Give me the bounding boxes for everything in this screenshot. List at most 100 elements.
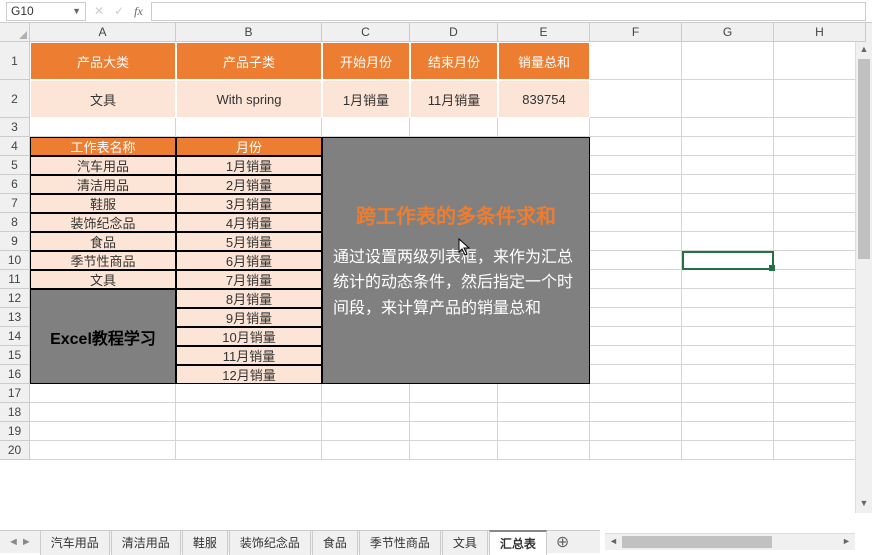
listA-0[interactable]: 汽车用品 [30,156,176,175]
cell-H14[interactable] [774,327,866,346]
cell-F7[interactable] [590,194,682,213]
add-sheet-icon[interactable]: ⊕ [548,532,577,552]
cell-G5[interactable] [682,156,774,175]
value-2[interactable]: 1月销量 [322,80,410,118]
cell-E19[interactable] [498,422,590,441]
cell-B17[interactable] [176,384,322,403]
cell-F8[interactable] [590,213,682,232]
cell-G8[interactable] [682,213,774,232]
cell-G2[interactable] [682,80,774,118]
description-box[interactable]: 跨工作表的多条件求和通过设置两级列表框，来作为汇总统计的动态条件，然后指定一个时… [322,137,590,384]
listB-6[interactable]: 7月销量 [176,270,322,289]
cell-F20[interactable] [590,441,682,460]
row-header-15[interactable]: 15 [0,346,30,365]
listB-7[interactable]: 8月销量 [176,289,322,308]
vertical-scroll-thumb[interactable] [858,59,870,259]
cell-H3[interactable] [774,118,866,137]
horizontal-scroll-thumb[interactable] [622,536,772,548]
row-header-20[interactable]: 20 [0,441,30,460]
cell-C19[interactable] [322,422,410,441]
vertical-scrollbar[interactable]: ▲ ▼ [855,42,872,513]
row-header-2[interactable]: 2 [0,80,30,118]
cell-H20[interactable] [774,441,866,460]
sheet-tab-汇总表[interactable]: 汇总表 [489,530,547,555]
listA-3[interactable]: 装饰纪念品 [30,213,176,232]
cell-F13[interactable] [590,308,682,327]
cell-D18[interactable] [410,403,498,422]
cell-F3[interactable] [590,118,682,137]
cell-H13[interactable] [774,308,866,327]
cell-B19[interactable] [176,422,322,441]
cell-F17[interactable] [590,384,682,403]
row-header-17[interactable]: 17 [0,384,30,403]
cell-D20[interactable] [410,441,498,460]
sheet-tab-文具[interactable]: 文具 [442,530,488,555]
fx-icon[interactable]: fx [134,4,143,19]
cell-H2[interactable] [774,80,866,118]
cell-G7[interactable] [682,194,774,213]
cell-B3[interactable] [176,118,322,137]
listB-11[interactable]: 12月销量 [176,365,322,384]
scroll-up-icon[interactable]: ▲ [856,42,872,59]
cell-C20[interactable] [322,441,410,460]
cell-G15[interactable] [682,346,774,365]
cell-F2[interactable] [590,80,682,118]
listA-5[interactable]: 季节性商品 [30,251,176,270]
col-header-D[interactable]: D [410,23,498,42]
cell-B18[interactable] [176,403,322,422]
cell-F10[interactable] [590,251,682,270]
row-header-1[interactable]: 1 [0,42,30,80]
sheet-tab-汽车用品[interactable]: 汽车用品 [40,530,110,555]
cell-E17[interactable] [498,384,590,403]
row-header-10[interactable]: 10 [0,251,30,270]
row-header-5[interactable]: 5 [0,156,30,175]
cell-F5[interactable] [590,156,682,175]
cell-H10[interactable] [774,251,866,270]
value-3[interactable]: 11月销量 [410,80,498,118]
cell-G14[interactable] [682,327,774,346]
cell-F9[interactable] [590,232,682,251]
listB-1[interactable]: 2月销量 [176,175,322,194]
cell-H19[interactable] [774,422,866,441]
tab-first-icon[interactable]: ◄ [8,536,19,548]
cell-G16[interactable] [682,365,774,384]
row-header-9[interactable]: 9 [0,232,30,251]
cell-G9[interactable] [682,232,774,251]
cell-H9[interactable] [774,232,866,251]
cell-F12[interactable] [590,289,682,308]
cell-F15[interactable] [590,346,682,365]
scroll-left-icon[interactable]: ◄ [605,534,622,551]
sheet-tab-季节性商品[interactable]: 季节性商品 [359,530,441,555]
listB-8[interactable]: 9月销量 [176,308,322,327]
cell-A20[interactable] [30,441,176,460]
row-header-12[interactable]: 12 [0,289,30,308]
cell-G1[interactable] [682,42,774,80]
row-header-3[interactable]: 3 [0,118,30,137]
cell-H8[interactable] [774,213,866,232]
cell-G18[interactable] [682,403,774,422]
header2-0[interactable]: 工作表名称 [30,137,176,156]
formula-input[interactable] [151,2,866,21]
cell-G19[interactable] [682,422,774,441]
row-header-18[interactable]: 18 [0,403,30,422]
row-header-13[interactable]: 13 [0,308,30,327]
col-header-H[interactable]: H [774,23,866,42]
name-box[interactable]: G10 ▼ [6,2,86,21]
excel-tutorial-box[interactable]: Excel教程学习 [30,289,176,384]
cell-F6[interactable] [590,175,682,194]
tab-last-icon[interactable]: ► [21,536,32,548]
listA-4[interactable]: 食品 [30,232,176,251]
cell-G11[interactable] [682,270,774,289]
cell-F16[interactable] [590,365,682,384]
value-1[interactable]: With spring [176,80,322,118]
cell-F14[interactable] [590,327,682,346]
header-3[interactable]: 结束月份 [410,42,498,80]
listB-2[interactable]: 3月销量 [176,194,322,213]
cell-B20[interactable] [176,441,322,460]
cell-G3[interactable] [682,118,774,137]
cancel-icon[interactable]: ✕ [94,4,104,19]
header2-1[interactable]: 月份 [176,137,322,156]
cell-D3[interactable] [410,118,498,137]
row-header-14[interactable]: 14 [0,327,30,346]
cell-G10[interactable] [682,251,774,270]
